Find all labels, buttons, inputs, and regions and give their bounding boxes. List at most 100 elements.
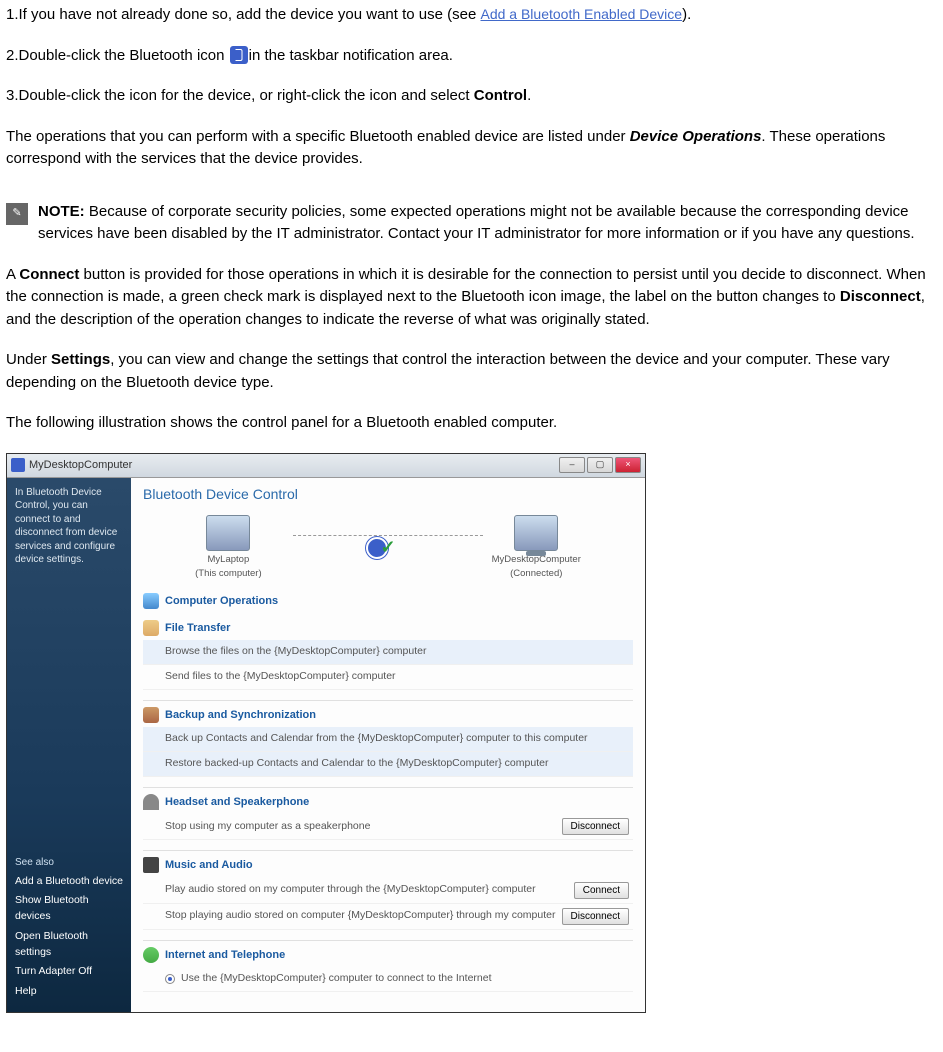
sec-title-music: Music and Audio bbox=[165, 857, 253, 874]
op-restore-contacts-text: Restore backed-up Contacts and Calendar … bbox=[165, 756, 629, 772]
sidebar: In Bluetooth Device Control, you can con… bbox=[7, 478, 131, 1012]
sec-title-file: File Transfer bbox=[165, 620, 230, 637]
computer-icon bbox=[143, 593, 159, 609]
op-play-audio-text: Play audio stored on my computer through… bbox=[165, 882, 568, 898]
op-play-audio: Play audio stored on my computer through… bbox=[143, 878, 633, 904]
dev2-sub: (Connected) bbox=[492, 567, 581, 581]
sidebar-description: In Bluetooth Device Control, you can con… bbox=[15, 486, 123, 567]
titlebar: MyDesktopComputer – ▢ × bbox=[7, 454, 645, 478]
laptop-icon bbox=[206, 515, 250, 551]
para-illustration-intro: The following illustration shows the con… bbox=[6, 412, 937, 435]
connect-button-music[interactable]: Connect bbox=[574, 882, 629, 899]
sec-header-headset: Headset and Speakerphone bbox=[143, 787, 633, 811]
step-1: 1.If you have not already done so, add t… bbox=[6, 4, 937, 27]
op-stop-audio-text: Stop playing audio stored on computer {M… bbox=[165, 908, 556, 924]
step-2: 2.Double-click the Bluetooth icon in the… bbox=[6, 45, 937, 68]
op-backup-contacts[interactable]: Back up Contacts and Calendar from the {… bbox=[143, 727, 633, 752]
sec-title-backup: Backup and Synchronization bbox=[165, 707, 316, 724]
titlebar-bluetooth-icon bbox=[11, 458, 25, 472]
minimize-button[interactable]: – bbox=[559, 457, 585, 473]
section-computer-operations: Computer Operations bbox=[143, 593, 633, 610]
folder-icon bbox=[143, 620, 159, 636]
p2c: button is provided for those operations … bbox=[6, 266, 926, 306]
section-file-transfer: File Transfer Browse the files on the {M… bbox=[143, 620, 633, 690]
backup-icon bbox=[143, 707, 159, 723]
note-text: Because of corporate security policies, … bbox=[38, 203, 915, 243]
step-2-text-b: in the taskbar notification area. bbox=[249, 47, 453, 64]
sec-title-computer: Computer Operations bbox=[165, 593, 278, 610]
p3b: , you can view and change the settings t… bbox=[6, 351, 890, 391]
close-button[interactable]: × bbox=[615, 457, 641, 473]
note-label: NOTE: bbox=[38, 203, 89, 220]
bluetooth-control-window: MyDesktopComputer – ▢ × In Bluetooth Dev… bbox=[6, 453, 646, 1013]
radio-selected[interactable] bbox=[165, 974, 175, 984]
add-bluetooth-device-link[interactable]: Add a Bluetooth Enabled Device bbox=[480, 6, 682, 22]
device-this-computer: MyLaptop (This computer) bbox=[195, 515, 262, 582]
sec-header-file: File Transfer bbox=[143, 620, 633, 637]
connection-row: MyLaptop (This computer) ✓ MyDesktopComp… bbox=[143, 515, 633, 582]
step-2-text-a: 2.Double-click the Bluetooth icon bbox=[6, 47, 229, 64]
titlebar-text: MyDesktopComputer bbox=[29, 457, 559, 474]
device-remote-computer: MyDesktopComputer (Connected) bbox=[492, 515, 581, 582]
window-buttons: – ▢ × bbox=[559, 457, 641, 473]
sidebar-link-add[interactable]: Add a Bluetooth device bbox=[15, 874, 123, 890]
section-headset: Headset and Speakerphone Stop using my c… bbox=[143, 787, 633, 841]
desktop-icon bbox=[514, 515, 558, 551]
para-device-operations: The operations that you can perform with… bbox=[6, 126, 937, 171]
main-title: Bluetooth Device Control bbox=[143, 484, 633, 505]
sidebar-link-settings[interactable]: Open Bluetooth settings bbox=[15, 929, 123, 961]
note-content: NOTE: Because of corporate security poli… bbox=[38, 201, 937, 246]
sec-header-computer: Computer Operations bbox=[143, 593, 633, 610]
para-connect: A Connect button is provided for those o… bbox=[6, 264, 937, 332]
op-restore-contacts[interactable]: Restore backed-up Contacts and Calendar … bbox=[143, 752, 633, 777]
sec-title-headset: Headset and Speakerphone bbox=[165, 794, 309, 811]
step-3-text-a: 3.Double-click the icon for the device, … bbox=[6, 87, 474, 104]
op-browse-files[interactable]: Browse the files on the {MyDesktopComput… bbox=[143, 640, 633, 665]
step-3: 3.Double-click the icon for the device, … bbox=[6, 85, 937, 108]
control-bold: Control bbox=[474, 87, 527, 104]
globe-icon bbox=[143, 947, 159, 963]
sidebar-link-help[interactable]: Help bbox=[15, 984, 123, 1000]
sidebar-link-turnoff[interactable]: Turn Adapter Off bbox=[15, 964, 123, 980]
sec-header-internet: Internet and Telephone bbox=[143, 940, 633, 964]
op-internet-connect-text: Use the {MyDesktopComputer} computer to … bbox=[181, 971, 629, 987]
op-stop-speakerphone-text: Stop using my computer as a speakerphone bbox=[165, 819, 556, 835]
bluetooth-center-icon: ✓ bbox=[366, 537, 388, 559]
maximize-button[interactable]: ▢ bbox=[587, 457, 613, 473]
op-send-files[interactable]: Send files to the {MyDesktopComputer} co… bbox=[143, 665, 633, 690]
sec-header-backup: Backup and Synchronization bbox=[143, 700, 633, 724]
op-backup-contacts-text: Back up Contacts and Calendar from the {… bbox=[165, 731, 629, 747]
disconnect-bold: Disconnect bbox=[840, 288, 921, 305]
p2a: A bbox=[6, 266, 19, 283]
op-stop-speakerphone: Stop using my computer as a speakerphone… bbox=[143, 814, 633, 840]
step-1-text-a: 1.If you have not already done so, add t… bbox=[6, 6, 480, 23]
dev1-sub: (This computer) bbox=[195, 567, 262, 581]
window-body: In Bluetooth Device Control, you can con… bbox=[7, 478, 645, 1012]
connect-bold: Connect bbox=[19, 266, 79, 283]
music-icon bbox=[143, 857, 159, 873]
p3a: Under bbox=[6, 351, 51, 368]
sec-title-internet: Internet and Telephone bbox=[165, 947, 285, 964]
step-1-text-b: ). bbox=[682, 6, 691, 23]
section-internet: Internet and Telephone Use the {MyDeskto… bbox=[143, 940, 633, 992]
disconnect-button-music[interactable]: Disconnect bbox=[562, 908, 629, 925]
p1a: The operations that you can perform with… bbox=[6, 128, 630, 145]
section-music: Music and Audio Play audio stored on my … bbox=[143, 850, 633, 930]
note-block: ✎ NOTE: Because of corporate security po… bbox=[6, 201, 937, 246]
sec-header-music: Music and Audio bbox=[143, 850, 633, 874]
disconnect-button-headset[interactable]: Disconnect bbox=[562, 818, 629, 835]
settings-bold: Settings bbox=[51, 351, 110, 368]
para-settings: Under Settings, you can view and change … bbox=[6, 349, 937, 394]
sidebar-link-show[interactable]: Show Bluetooth devices bbox=[15, 893, 123, 925]
see-also-label: See also bbox=[15, 855, 123, 870]
main-panel: Bluetooth Device Control MyLaptop (This … bbox=[131, 478, 645, 1012]
op-internet-connect[interactable]: Use the {MyDesktopComputer} computer to … bbox=[143, 967, 633, 992]
dev1-name: MyLaptop bbox=[195, 553, 262, 567]
bluetooth-icon bbox=[230, 46, 248, 64]
note-icon: ✎ bbox=[6, 203, 28, 225]
op-browse-files-text: Browse the files on the {MyDesktopComput… bbox=[165, 644, 629, 660]
check-icon: ✓ bbox=[381, 534, 396, 561]
headset-icon bbox=[143, 794, 159, 810]
section-backup: Backup and Synchronization Back up Conta… bbox=[143, 700, 633, 777]
device-operations-bold: Device Operations bbox=[630, 128, 762, 145]
